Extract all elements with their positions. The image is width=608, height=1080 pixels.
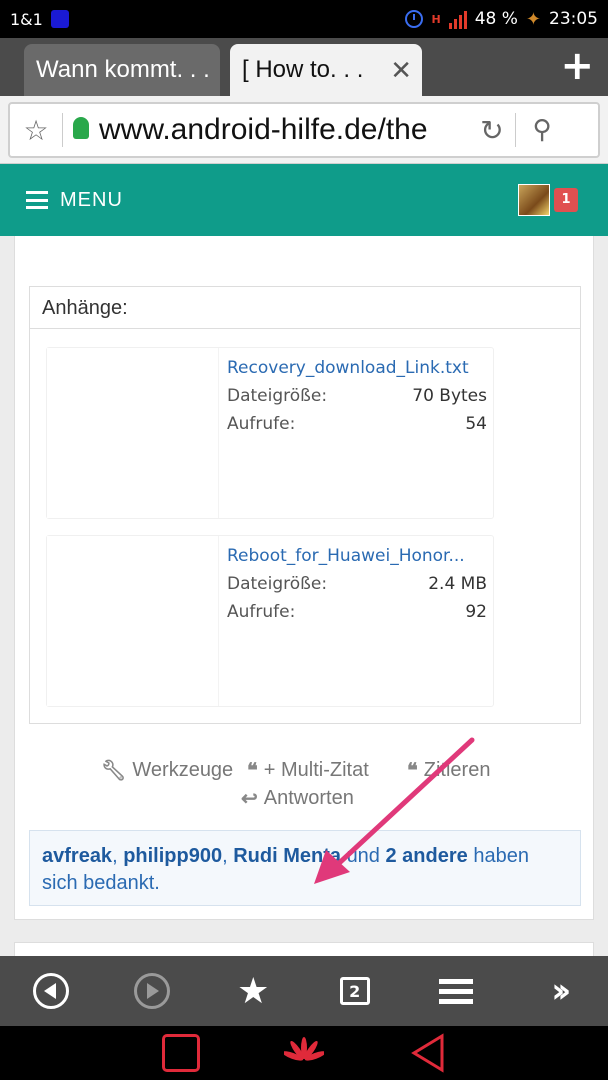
multi-quote-button[interactable]: ❝ + Multi-Zitat xyxy=(247,758,369,783)
tabs-count-icon: 2 xyxy=(339,977,370,1005)
thanks-and: und xyxy=(346,845,380,867)
url-field[interactable]: www.android-hilfe.de/the xyxy=(99,113,469,147)
new-tab-icon[interactable]: + xyxy=(560,46,594,86)
size-label: Dateigröße: xyxy=(227,574,328,594)
views-label: Aufrufe: xyxy=(227,414,296,434)
thanks-user-link[interactable]: Rudi Menta xyxy=(233,845,341,867)
quote-button[interactable]: ❝ Zitieren xyxy=(407,758,490,783)
reply-icon: ↩ xyxy=(241,788,258,810)
menu-button[interactable]: MENU xyxy=(60,189,123,212)
reply-label: Antworten xyxy=(263,787,354,809)
more-button[interactable]: ›› xyxy=(527,961,587,1021)
reload-icon[interactable]: ↻ xyxy=(469,114,515,147)
attachments-title: Anhänge: xyxy=(30,287,580,329)
menu-list-button[interactable] xyxy=(426,961,486,1021)
forward-button[interactable] xyxy=(122,961,182,1021)
close-tab-icon[interactable]: ✕ xyxy=(390,55,412,86)
list-icon xyxy=(438,978,473,1004)
quote-icon: ❝ xyxy=(247,760,258,782)
notification-badge[interactable]: 1 xyxy=(554,188,578,212)
tab-title: Wann kommt. . . xyxy=(36,56,210,83)
clock: 23:05 xyxy=(549,9,598,29)
back-nav-icon[interactable] xyxy=(410,1032,446,1074)
tabs-button[interactable]: 2 xyxy=(325,961,385,1021)
attachment-item[interactable]: Recovery_download_Link.txt Dateigröße: 7… xyxy=(46,347,494,519)
views-value: 92 xyxy=(465,602,487,622)
alarm-icon xyxy=(405,10,424,28)
leaf-icon: ✦ xyxy=(525,8,541,30)
attachment-thumbnail[interactable] xyxy=(47,348,219,518)
quote-label: Zitieren xyxy=(423,759,491,781)
attachment-link[interactable]: Recovery_download_Link.txt xyxy=(227,358,489,378)
huawei-logo-icon[interactable] xyxy=(284,1034,324,1074)
thanks-user-link[interactable]: philipp900 xyxy=(123,845,222,867)
hamburger-icon[interactable] xyxy=(26,191,48,209)
status-bar: 1&1 H 48 % ✦ 23:05 xyxy=(0,0,608,38)
post-content: Anhänge: Recovery_download_Link.txt Date… xyxy=(14,236,594,920)
views-label: Aufrufe: xyxy=(227,602,296,622)
address-bar-area: ☆ www.android-hilfe.de/the ↻ ⚲ xyxy=(0,96,608,164)
star-icon: ★ xyxy=(237,970,270,1012)
attachments-panel: Anhänge: Recovery_download_Link.txt Date… xyxy=(29,286,581,724)
forward-icon xyxy=(133,973,170,1009)
avatar[interactable] xyxy=(518,184,550,216)
reply-button[interactable]: ↩ Antworten xyxy=(241,786,354,811)
size-value: 2.4 MB xyxy=(428,574,487,594)
bookmark-add-icon[interactable]: ☆ xyxy=(10,114,62,147)
network-type-label: H xyxy=(431,12,441,26)
recent-apps-icon[interactable] xyxy=(162,1034,200,1072)
battery-label: 48 % xyxy=(474,9,518,29)
carrier-label: 1&1 xyxy=(10,9,43,29)
bookmarks-button[interactable]: ★ xyxy=(223,961,283,1021)
site-header: MENU 1 xyxy=(0,164,608,236)
attachment-thumbnail[interactable] xyxy=(47,536,219,706)
browser-tab-bar: Wann kommt. . . [ How to. . . ✕ + xyxy=(0,38,608,96)
signal-icon xyxy=(448,9,467,29)
back-icon xyxy=(32,973,69,1009)
views-value: 54 xyxy=(465,414,487,434)
attachment-link[interactable]: Reboot_for_Huawei_Honor... xyxy=(227,546,489,566)
wrench-icon: 🔧︎ xyxy=(101,760,127,782)
tools-label: Werkzeuge xyxy=(132,759,234,781)
tab-inactive[interactable]: Wann kommt. . . xyxy=(24,44,220,96)
tab-active[interactable]: [ How to. . . ✕ xyxy=(230,44,422,96)
multi-quote-label: + Multi-Zitat xyxy=(263,759,369,781)
double-chevron-icon: ›› xyxy=(551,971,571,1011)
size-label: Dateigröße: xyxy=(227,386,328,406)
attachment-item[interactable]: Reboot_for_Huawei_Honor... Dateigröße: 2… xyxy=(46,535,494,707)
tab-title: [ How to. . . xyxy=(242,56,364,83)
thanks-box: avfreak, philipp900, Rudi Menta und 2 an… xyxy=(29,830,581,906)
system-nav-bar xyxy=(0,1026,608,1080)
address-bar[interactable]: ☆ www.android-hilfe.de/the ↻ ⚲ xyxy=(8,102,600,158)
thanks-user-link[interactable]: avfreak xyxy=(42,845,112,867)
thanks-others-link[interactable]: 2 andere xyxy=(386,845,468,867)
android-icon xyxy=(63,117,99,143)
search-icon[interactable]: ⚲ xyxy=(516,115,568,145)
browser-bottom-toolbar: ★ 2 ›› xyxy=(0,956,608,1026)
quote-icon: ❝ xyxy=(407,760,418,782)
notification-app-icon xyxy=(50,10,69,28)
tools-button[interactable]: 🔧︎ Werkzeuge xyxy=(101,758,233,783)
size-value: 70 Bytes xyxy=(412,386,487,406)
back-button[interactable] xyxy=(21,961,81,1021)
